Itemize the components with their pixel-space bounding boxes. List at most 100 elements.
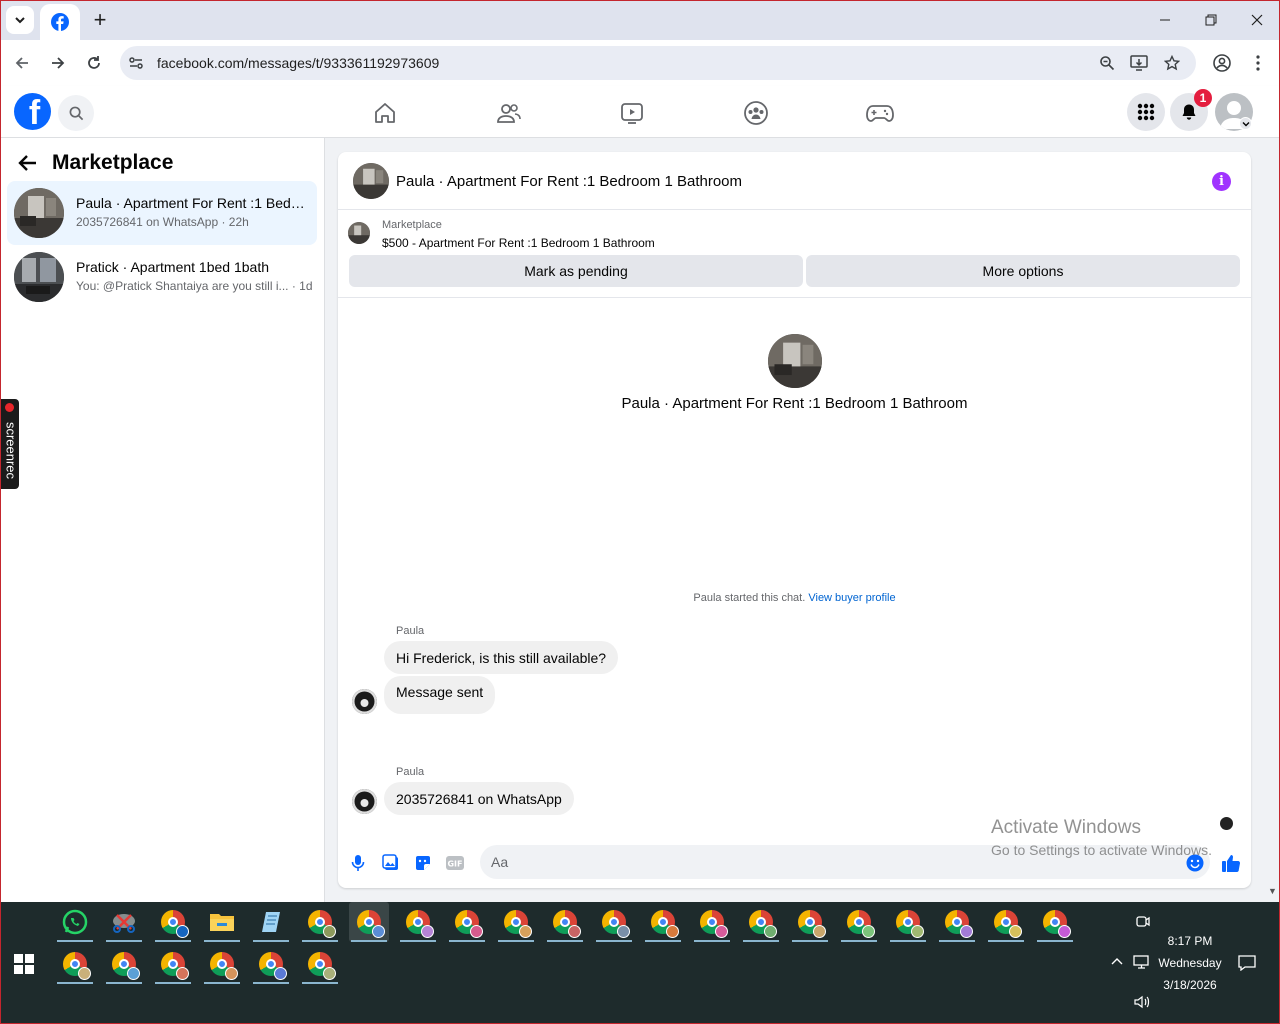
address-bar[interactable]: facebook.com/messages/t/933361192973609 xyxy=(120,46,1196,80)
forward-button[interactable] xyxy=(43,48,73,78)
sender-avatar[interactable] xyxy=(352,789,377,814)
taskbar-chrome[interactable] xyxy=(986,902,1026,942)
taskbar-running-indicator xyxy=(253,982,289,984)
message-bubble[interactable]: Message sent xyxy=(384,676,496,714)
account-chevron[interactable] xyxy=(1239,117,1252,130)
windows-start-icon[interactable] xyxy=(14,954,34,974)
taskbar-chrome[interactable] xyxy=(790,902,830,942)
menu-grid-button[interactable] xyxy=(1127,93,1165,131)
taskbar-chrome[interactable] xyxy=(300,902,340,942)
active-browser-tab[interactable] xyxy=(40,4,80,40)
taskbar-chrome[interactable] xyxy=(300,944,340,984)
message-bubble[interactable]: Hi Frederick, is this still available? xyxy=(384,641,619,674)
clock-day[interactable]: Wednesday xyxy=(1152,956,1228,970)
back-button[interactable] xyxy=(7,48,37,78)
taskbar-chrome[interactable] xyxy=(398,902,438,942)
new-tab-button[interactable]: + xyxy=(86,6,114,34)
sticker-icon[interactable] xyxy=(412,852,434,874)
screenrec-widget[interactable]: screenrec xyxy=(0,399,19,489)
restore-icon xyxy=(1205,14,1217,26)
nav-home[interactable] xyxy=(370,98,400,128)
taskbar-chrome[interactable] xyxy=(937,902,977,942)
taskbar-chrome[interactable] xyxy=(496,902,536,942)
taskbar-chrome[interactable] xyxy=(153,902,193,942)
more-options-button[interactable]: More options xyxy=(806,255,1240,287)
meet-now-icon[interactable] xyxy=(1136,914,1150,930)
message-bubble[interactable]: 2035726841 on WhatsApp xyxy=(384,782,574,815)
taskbar-notepad[interactable] xyxy=(251,902,291,942)
nav-gaming[interactable] xyxy=(865,98,895,128)
scrollbar-down-arrow[interactable]: ▼ xyxy=(1268,886,1277,896)
photo-icon[interactable] xyxy=(380,852,402,874)
arrow-left-icon[interactable] xyxy=(18,154,38,172)
message-input[interactable] xyxy=(480,845,1210,879)
taskbar-chrome[interactable] xyxy=(643,902,683,942)
taskbar-chrome[interactable] xyxy=(1035,902,1075,942)
chat-header-avatar[interactable] xyxy=(353,163,389,199)
gif-icon[interactable]: GIF xyxy=(444,852,466,874)
taskbar-chrome[interactable] xyxy=(888,902,928,942)
tab-search-dropdown-button[interactable] xyxy=(6,6,34,34)
facebook-logo[interactable]: f xyxy=(14,93,51,130)
network-icon[interactable] xyxy=(1133,955,1151,969)
restore-button[interactable] xyxy=(1191,6,1231,34)
notification-center-icon[interactable] xyxy=(1238,955,1256,971)
conversation-info-icon[interactable]: i xyxy=(1212,172,1231,191)
view-buyer-profile-link[interactable]: View buyer profile xyxy=(808,592,895,604)
chat-header-title[interactable]: Paula · Apartment For Rent :1 Bedroom 1 … xyxy=(396,173,742,190)
emoji-icon[interactable] xyxy=(1184,852,1206,874)
taskbar-running-indicator xyxy=(645,940,681,942)
thumbs-up-icon[interactable] xyxy=(1220,852,1242,874)
conversation-item[interactable]: Pratick · Apartment 1bed 1bath You: @Pra… xyxy=(7,245,317,309)
message-sender: Paula xyxy=(396,625,425,637)
taskbar-whatsapp[interactable] xyxy=(55,902,95,942)
microphone-icon[interactable] xyxy=(347,852,369,874)
sender-avatar[interactable] xyxy=(352,689,377,714)
taskbar-running-indicator xyxy=(449,940,485,942)
taskbar-chrome[interactable] xyxy=(741,902,781,942)
chrome-icon xyxy=(406,910,434,938)
taskbar-chrome[interactable] xyxy=(594,902,634,942)
clock-time[interactable]: 8:17 PM xyxy=(1152,934,1228,948)
taskbar-chrome-active[interactable] xyxy=(349,902,389,942)
taskbar-chrome[interactable] xyxy=(55,944,95,984)
close-window-button[interactable] xyxy=(1237,6,1277,34)
volume-icon[interactable] xyxy=(1134,995,1150,1009)
facebook-search-button[interactable] xyxy=(58,95,94,131)
mark-as-pending-button[interactable]: Mark as pending xyxy=(349,255,803,287)
browser-menu-button[interactable] xyxy=(1243,48,1273,78)
facebook-header: f xyxy=(0,86,1280,138)
seen-receipt-avatar xyxy=(1220,817,1233,830)
nav-groups[interactable] xyxy=(741,98,771,128)
bookmark-star-icon[interactable] xyxy=(1162,53,1182,73)
chrome-icon xyxy=(308,952,336,980)
taskbar-running-indicator xyxy=(596,940,632,942)
taskbar-snipping-tool[interactable] xyxy=(104,902,144,942)
clock-date[interactable]: 3/18/2026 xyxy=(1152,978,1228,992)
taskbar-chrome[interactable] xyxy=(251,944,291,984)
minimize-button[interactable] xyxy=(1145,6,1185,34)
install-app-icon[interactable] xyxy=(1129,53,1149,73)
zoom-icon[interactable] xyxy=(1097,53,1117,73)
reload-button[interactable] xyxy=(79,48,109,78)
taskbar-chrome[interactable] xyxy=(839,902,879,942)
listing-title[interactable]: $500 - Apartment For Rent :1 Bedroom 1 B… xyxy=(382,236,655,250)
notepad-icon xyxy=(262,912,280,932)
nav-friends[interactable] xyxy=(494,98,524,128)
taskbar-chrome[interactable] xyxy=(153,944,193,984)
chevron-up-icon[interactable] xyxy=(1111,957,1123,967)
taskbar-running-indicator xyxy=(204,982,240,984)
profile-button[interactable] xyxy=(1207,48,1237,78)
url-text[interactable]: facebook.com/messages/t/933361192973609 xyxy=(157,55,439,71)
taskbar-chrome[interactable] xyxy=(202,944,242,984)
taskbar-chrome[interactable] xyxy=(104,944,144,984)
taskbar-file-explorer[interactable] xyxy=(202,902,242,942)
conversation-item[interactable]: Paula · Apartment For Rent :1 Bedroom 1 … xyxy=(7,181,317,245)
taskbar-chrome[interactable] xyxy=(545,902,585,942)
listing-thumbnail[interactable] xyxy=(348,222,370,244)
taskbar-chrome[interactable] xyxy=(447,902,487,942)
nav-video[interactable] xyxy=(617,98,647,128)
thread-title: Paula · Apartment For Rent :1 Bedroom 1 … xyxy=(621,395,968,412)
taskbar-chrome[interactable] xyxy=(692,902,732,942)
site-settings-icon[interactable] xyxy=(126,53,146,73)
